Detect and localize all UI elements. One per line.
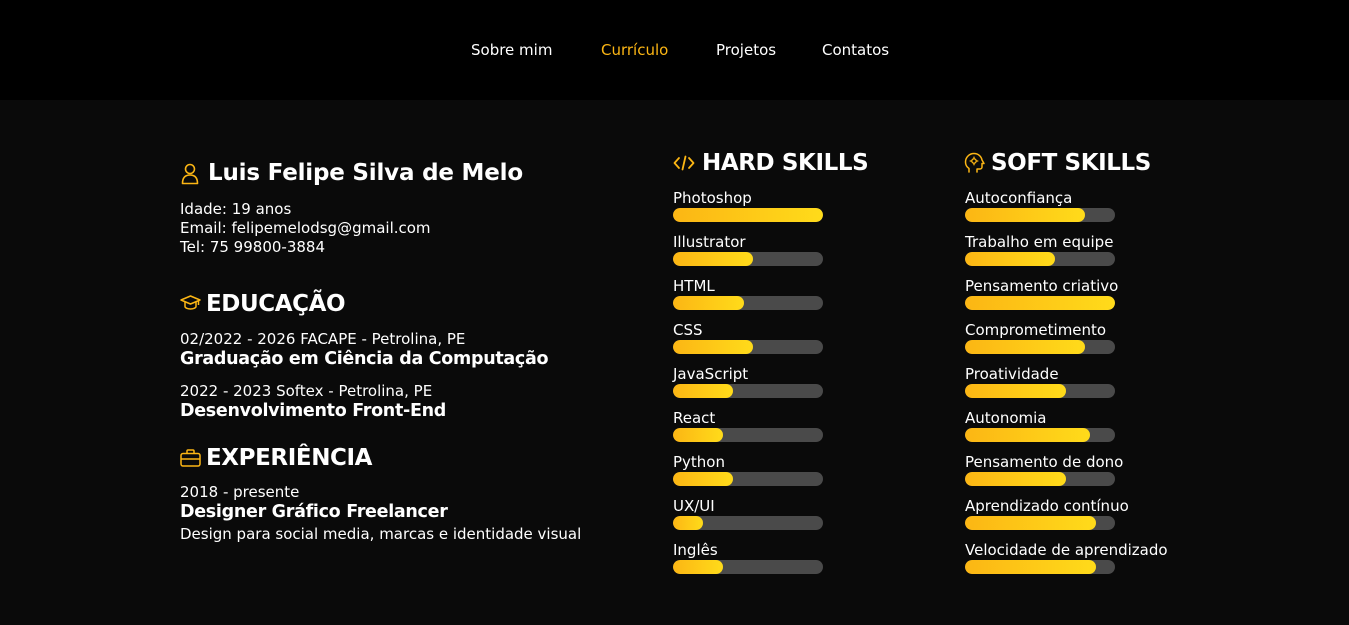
- skill-bar-fill: [673, 472, 733, 486]
- skill-label: Velocidade de aprendizado: [965, 541, 1168, 559]
- education-entry-degree: Desenvolvimento Front-End: [180, 401, 447, 421]
- nav-item-contatos[interactable]: Contatos: [822, 40, 889, 60]
- skill-bar-fill: [965, 428, 1090, 442]
- experience-title: EXPERIÊNCIA: [206, 445, 373, 471]
- skill-label: React: [673, 409, 716, 427]
- skill-bar-fill: [965, 340, 1085, 354]
- skill-label: JavaScript: [673, 365, 749, 383]
- skill-bar-fill: [965, 296, 1115, 310]
- skill-label: Autoconfiança: [965, 189, 1073, 207]
- skill-bar: [673, 296, 823, 310]
- skill-bar: [965, 340, 1115, 354]
- experience-entry-description: Design para social media, marcas e ident…: [180, 525, 582, 543]
- skill-label: Illustrator: [673, 233, 746, 251]
- profile-age: Idade: 19 anos: [180, 200, 292, 218]
- education-entry-meta: 2022 - 2023 Softex - Petrolina, PE: [180, 382, 433, 400]
- education-entry-meta: 02/2022 - 2026 FACAPE - Petrolina, PE: [180, 330, 466, 348]
- skill-bar-fill: [965, 560, 1096, 574]
- skill-label: UX/UI: [673, 497, 715, 515]
- graduation-cap-icon: [180, 295, 201, 310]
- top-nav: Sobre mim Currículo Projetos Contatos: [0, 0, 1349, 100]
- skill-bar-fill: [965, 252, 1055, 266]
- soft-skills-title: SOFT SKILLS: [991, 150, 1151, 176]
- skill-bar: [965, 516, 1115, 530]
- skill-bar: [673, 252, 823, 266]
- skill-bar: [965, 560, 1115, 574]
- skill-bar-fill: [965, 516, 1096, 530]
- skill-label: CSS: [673, 321, 703, 339]
- skill-bar: [965, 296, 1115, 310]
- brain-icon: [964, 152, 985, 173]
- hard-skills-title: HARD SKILLS: [702, 150, 869, 176]
- skill-label: Python: [673, 453, 725, 471]
- skill-bar: [965, 428, 1115, 442]
- skill-label: Inglês: [673, 541, 718, 559]
- experience-entry-meta: 2018 - presente: [180, 483, 300, 501]
- skill-bar: [673, 384, 823, 398]
- skill-bar-fill: [965, 384, 1066, 398]
- skill-label: HTML: [673, 277, 715, 295]
- skill-bar: [673, 208, 823, 222]
- profile-phone: Tel: 75 99800-3884: [180, 238, 325, 256]
- nav-item-curriculo[interactable]: Currículo: [601, 40, 668, 60]
- briefcase-icon: [180, 449, 201, 467]
- skill-label: Aprendizado contínuo: [965, 497, 1129, 515]
- skill-bar-fill: [673, 208, 823, 222]
- skill-bar-fill: [965, 472, 1066, 486]
- skill-bar: [673, 472, 823, 486]
- skill-bar: [965, 252, 1115, 266]
- skill-bar-fill: [673, 516, 703, 530]
- skill-bar: [673, 428, 823, 442]
- user-icon: [181, 163, 199, 185]
- skill-bar: [965, 208, 1115, 222]
- skill-label: Trabalho em equipe: [965, 233, 1114, 251]
- code-icon: [673, 155, 695, 171]
- profile-name: Luis Felipe Silva de Melo: [208, 160, 523, 186]
- nav-item-projetos[interactable]: Projetos: [716, 40, 776, 60]
- skill-label: Proatividade: [965, 365, 1059, 383]
- profile-email: Email: felipemelodsg@gmail.com: [180, 219, 431, 237]
- skill-bar-fill: [673, 560, 723, 574]
- skill-bar: [965, 384, 1115, 398]
- education-entry-degree: Graduação em Ciência da Computação: [180, 349, 549, 369]
- skill-bar-fill: [673, 296, 744, 310]
- skill-label: Pensamento criativo: [965, 277, 1119, 295]
- skill-bar-fill: [673, 384, 733, 398]
- experience-entry-role: Designer Gráfico Freelancer: [180, 502, 448, 522]
- skill-bar-fill: [673, 340, 753, 354]
- skill-bar: [673, 560, 823, 574]
- skill-bar: [673, 516, 823, 530]
- skill-bar: [965, 472, 1115, 486]
- skill-label: Pensamento de dono: [965, 453, 1124, 471]
- skill-bar: [673, 340, 823, 354]
- skill-bar-fill: [673, 428, 723, 442]
- skill-label: Autonomia: [965, 409, 1047, 427]
- skill-label: Photoshop: [673, 189, 752, 207]
- education-title: EDUCAÇÃO: [206, 291, 346, 317]
- nav-item-sobre-mim[interactable]: Sobre mim: [471, 40, 552, 60]
- skill-bar-fill: [673, 252, 753, 266]
- skill-bar-fill: [965, 208, 1085, 222]
- skill-label: Comprometimento: [965, 321, 1107, 339]
